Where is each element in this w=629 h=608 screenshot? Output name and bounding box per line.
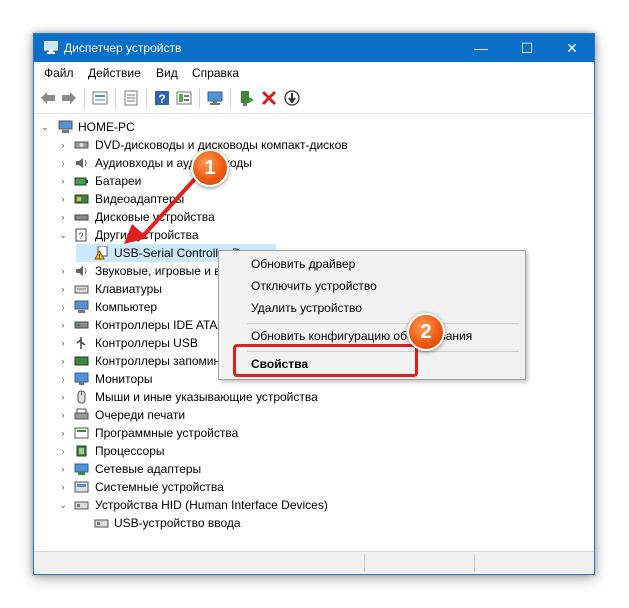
step-badge-1: 1 <box>191 149 229 187</box>
step-badge-2: 2 <box>407 313 445 351</box>
annotation-arrow <box>124 168 205 244</box>
